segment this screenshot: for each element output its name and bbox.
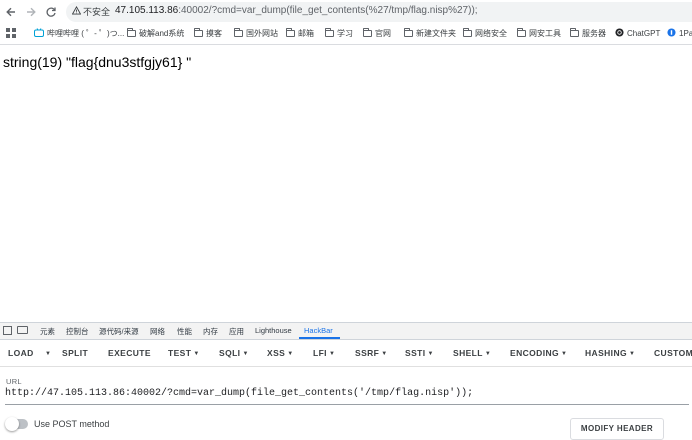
bookmark-folder[interactable]: 网络安全 [463,28,507,39]
caret-down-icon: ▼ [242,351,249,357]
inspect-element-icon[interactable] [3,326,12,335]
caret-down-icon: ▼ [328,351,336,357]
security-label: 不安全 [83,7,111,17]
bookmark-label: 网安工具 [529,29,561,38]
browser-toolbar: 不安全 47.105.113.86:40002/?cmd=var_dump(fi… [0,0,692,24]
apps-icon[interactable] [6,28,16,38]
bookmark-label: 哔哩哔哩 ( ゜- ゜)つ... [47,29,125,38]
forward-icon[interactable] [22,3,40,21]
folder-icon [570,28,579,37]
reload-icon[interactable] [42,3,60,21]
bookmark-label: 1Pa [679,29,692,38]
bookmark-label: 服务器 [582,29,606,38]
caret-down-icon: ▼ [193,351,200,357]
caret-down-icon: ▼ [287,351,294,357]
bookmark-label: 国外网站 [246,29,278,38]
devtools-tabbar: 元素 控制台 源代码/来源 网络 性能 内存 应用 Lighthouse Hac… [0,323,692,340]
folder-icon [234,28,243,37]
caret-down-icon: ▼ [45,351,52,357]
tab-hackbar[interactable]: HackBar [304,326,333,335]
bookmark-label: 邮箱 [298,29,314,38]
bookmark-label: 官网 [375,29,391,38]
tab-network[interactable]: 网络 [150,326,165,337]
bookmark-folder[interactable]: 邮箱 [286,28,314,39]
caret-down-icon: ▼ [561,351,568,357]
ssti-menu-button[interactable]: SSTI ▼ [405,348,434,358]
tab-performance[interactable]: 性能 [177,326,192,337]
bookmark-label: 学习 [337,29,353,38]
tab-sources[interactable]: 源代码/来源 [99,326,139,337]
split-button[interactable]: SPLIT [62,348,88,358]
folder-icon [404,28,413,37]
test-menu-button[interactable]: TEST ▼ [168,348,200,358]
ssrf-menu-button[interactable]: SSRF ▼ [355,348,388,358]
bookmark-label: 新建文件夹 [416,29,456,38]
bookmark-bilibili[interactable]: 哔哩哔哩 ( ゜- ゜)つ... [34,28,124,39]
tab-elements[interactable]: 元素 [40,326,55,337]
folder-icon [325,28,334,37]
tab-console[interactable]: 控制台 [66,326,89,337]
sqli-menu-button[interactable]: SQLI ▼ [219,348,249,358]
folder-icon [517,28,526,37]
folder-icon [463,28,472,37]
address-bar[interactable]: 不安全 47.105.113.86:40002/?cmd=var_dump(fi… [66,2,692,22]
bookmark-folder[interactable]: 摸客 [194,28,222,39]
bookmarks-bar: 哔哩哔哩 ( ゜- ゜)つ... 破解and系统 摸客 国外网站 邮箱 学习 官… [0,24,692,45]
bookmark-folder[interactable]: 新建文件夹 [404,28,456,39]
custom-menu-button[interactable]: CUSTOM [654,348,692,358]
lfi-menu-button[interactable]: LFI ▼ [313,348,335,358]
page-output: string(19) "flag{dnu3stfgjy61} " [3,54,192,70]
hackbar-toolbar: LOAD ▼ SPLIT EXECUTE TEST ▼ SQLI ▼ XSS ▼ LF… [0,340,692,367]
url-text[interactable]: 47.105.113.86:40002/?cmd=var_dump(file_g… [115,5,478,16]
caret-down-icon: ▼ [381,351,388,357]
caret-down-icon: ▼ [427,351,434,357]
load-button[interactable]: LOAD [8,348,34,358]
bookmark-1password[interactable]: 1Pa [667,28,692,39]
bookmark-folder[interactable]: 破解and系统 [127,28,184,39]
url-path: :40002/?cmd=var_dump(file_get_contents(%… [178,5,478,16]
hashing-menu-button[interactable]: HASHING ▼ [585,348,635,358]
warning-icon [71,5,82,17]
folder-icon [127,28,136,37]
caret-down-icon: ▼ [629,351,636,357]
bookmark-label: 破解and系统 [139,29,185,38]
folder-icon [363,28,372,37]
tab-lighthouse[interactable]: Lighthouse [255,326,292,335]
device-toolbar-icon[interactable] [17,326,28,334]
bookmark-folder[interactable]: 学习 [325,28,353,39]
bookmark-folder[interactable]: 网安工具 [517,28,561,39]
bookmark-folder[interactable]: 官网 [363,28,391,39]
modify-header-button[interactable]: MODIFY HEADER [570,418,664,440]
devtools-panel: 元素 控制台 源代码/来源 网络 性能 内存 应用 Lighthouse Hac… [0,322,692,440]
1password-icon [667,28,676,39]
bookmark-label: 摸客 [206,29,222,38]
bookmark-chatgpt[interactable]: ChatGPT [615,28,660,39]
bookmark-folder[interactable]: 国外网站 [234,28,278,39]
active-tab-indicator [299,337,340,339]
folder-icon [194,28,203,37]
bookmark-label: 网络安全 [475,29,507,38]
load-dropdown[interactable]: ▼ [43,348,51,358]
bookmark-folder[interactable]: 服务器 [570,28,606,39]
security-indicator[interactable]: 不安全 [71,5,111,18]
folder-icon [286,28,295,37]
bilibili-icon [34,28,44,39]
tab-application[interactable]: 应用 [229,326,244,337]
back-icon[interactable] [2,3,20,21]
encoding-menu-button[interactable]: ENCODING ▼ [510,348,567,358]
shell-menu-button[interactable]: SHELL ▼ [453,348,491,358]
chatgpt-icon [615,28,624,39]
url-host: 47.105.113.86 [115,5,179,16]
execute-button[interactable]: EXECUTE [108,348,151,358]
bookmark-label: ChatGPT [627,29,661,38]
caret-down-icon: ▼ [484,351,492,357]
xss-menu-button[interactable]: XSS ▼ [267,348,294,358]
hackbar-url-input[interactable]: http://47.105.113.86:40002/?cmd=var_dump… [5,388,689,405]
url-field-label: URL [6,377,22,386]
tab-memory[interactable]: 内存 [203,326,218,337]
